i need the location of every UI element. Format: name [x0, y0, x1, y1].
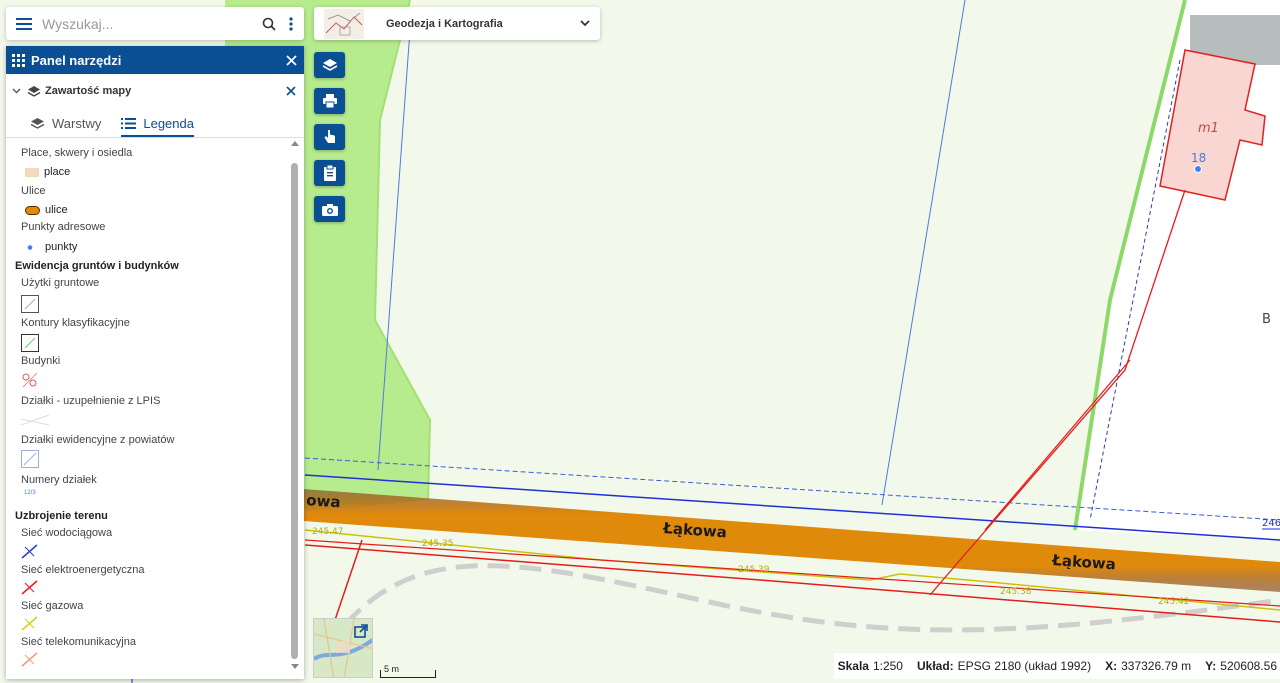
- legend-group: Kontury klasyfikacyjne: [21, 317, 130, 329]
- power-network-icon: [21, 580, 38, 595]
- search-icon[interactable]: [260, 7, 278, 40]
- chevron-down-icon[interactable]: [570, 20, 600, 27]
- theme-label: Geodezja i Kartografia: [386, 17, 503, 30]
- legend-group: Sieć elektroenergetyczna: [21, 564, 145, 576]
- legend-list: Place, skwery i osiedla place Ulice ulic…: [6, 139, 288, 677]
- y-value: 520608.56: [1220, 659, 1277, 673]
- parcel-symbol-icon: [21, 450, 39, 468]
- menu-icon[interactable]: [6, 7, 42, 40]
- section-header[interactable]: Zawartość mapy: [6, 74, 304, 108]
- legend-group: Ulice: [21, 185, 46, 197]
- print-button[interactable]: [314, 88, 345, 114]
- height-label: 245.42: [1158, 597, 1190, 607]
- camera-icon: [321, 203, 338, 216]
- close-section-icon[interactable]: [278, 86, 304, 96]
- list-icon: [121, 118, 137, 129]
- height-label: 245.38: [1000, 587, 1032, 597]
- parcel-number-sample: 12/3: [24, 490, 36, 496]
- panel-title: Panel narzędzi: [31, 52, 122, 68]
- clipboard-icon: [323, 165, 336, 181]
- building-symbol-icon: [22, 372, 38, 388]
- water-network-icon: [21, 544, 38, 559]
- edge-number: 246: [1262, 518, 1280, 529]
- layers-icon: [322, 59, 337, 71]
- scroll-down-icon[interactable]: [288, 661, 302, 671]
- overview-map[interactable]: [313, 618, 373, 678]
- map-toolbar: [314, 52, 345, 232]
- legend-group: Sieć telekomunikacyjna: [21, 636, 136, 648]
- place-symbol-icon: [25, 167, 39, 177]
- point-symbol-icon: [27, 244, 33, 250]
- legend-group: Numery działek: [21, 474, 97, 486]
- legend-group: Budynki: [21, 355, 61, 367]
- crs-value[interactable]: EPSG 2180 (układ 1992): [958, 659, 1091, 673]
- tools-panel: Panel narzędzi Zawartość mapy Warstwy Le…: [6, 46, 304, 679]
- tab-legenda[interactable]: Legenda: [121, 116, 194, 137]
- height-label: 245.47: [312, 527, 344, 537]
- identify-button[interactable]: [314, 124, 345, 150]
- panel-header: Panel narzędzi: [6, 46, 304, 74]
- tab-warstwy[interactable]: Warstwy: [30, 116, 101, 137]
- height-label: 245.35: [422, 539, 454, 549]
- layers-button[interactable]: [314, 52, 345, 78]
- land-use-symbol-icon: [21, 295, 39, 313]
- legend-group: Użytki gruntowe: [21, 277, 100, 289]
- scale-label: Skala: [837, 659, 869, 673]
- legend-group: Sieć wodociągowa: [21, 527, 113, 539]
- legend-group: Punkty adresowe: [21, 221, 106, 233]
- close-panel-icon[interactable]: [278, 54, 304, 66]
- legend-group-header: Ewidencja gruntów i budynków: [15, 260, 179, 272]
- more-options-icon[interactable]: [282, 7, 300, 40]
- theme-thumbnail-icon: [324, 8, 364, 39]
- section-title: Zawartość mapy: [45, 85, 132, 97]
- scale-bar: 5 m: [380, 660, 436, 678]
- theme-select[interactable]: Geodezja i Kartografia: [314, 7, 600, 40]
- legend-item-ulice: ulice: [25, 204, 68, 216]
- gas-network-icon: [21, 616, 38, 631]
- layers-icon: [27, 85, 41, 97]
- contour-symbol-icon: [21, 334, 39, 352]
- scrollbar-thumb[interactable]: [291, 163, 298, 659]
- panel-tabs: Warstwy Legenda: [6, 108, 304, 138]
- clipboard-button[interactable]: [314, 160, 345, 186]
- legend-group: Działki ewidencyjne z powiatów: [21, 434, 175, 446]
- legend-group: Działki - uzupełnienie z LPIS: [21, 395, 161, 407]
- search-input[interactable]: [42, 15, 260, 32]
- street-symbol-icon: [25, 205, 40, 215]
- legend-item-place: place: [25, 166, 70, 178]
- y-label: Y:: [1205, 659, 1217, 673]
- legend-scrollbar[interactable]: [288, 139, 302, 671]
- building-label: m1: [1198, 121, 1219, 136]
- pointer-hand-icon: [324, 130, 335, 143]
- open-external-icon[interactable]: [354, 624, 368, 638]
- x-value: 337326.79 m: [1121, 659, 1192, 673]
- street-label-left: owa: [306, 491, 341, 511]
- legend-group: Place, skwery i osiedla: [21, 147, 133, 159]
- tab-label: Warstwy: [52, 116, 102, 131]
- apps-grid-icon: [12, 53, 25, 67]
- legend-item-punkty: punkty: [25, 241, 77, 253]
- legend-group: Sieć gazowa: [21, 600, 84, 612]
- layers-icon: [30, 118, 45, 129]
- status-bar: Skala 1:250 Układ: EPSG 2180 (układ 1992…: [833, 653, 1280, 679]
- x-label: X:: [1105, 659, 1118, 673]
- address-number: 18: [1191, 151, 1206, 165]
- scroll-up-icon[interactable]: [288, 139, 302, 149]
- chevron-down-icon[interactable]: [12, 88, 21, 94]
- lpis-symbol-icon: [21, 414, 50, 426]
- print-icon: [322, 94, 337, 108]
- search-box: [6, 7, 304, 40]
- height-label: 245.39: [738, 565, 770, 575]
- parcel-letter: B: [1262, 312, 1271, 327]
- screenshot-button[interactable]: [314, 196, 345, 222]
- crs-label: Układ:: [916, 659, 954, 673]
- telecom-network-icon: [21, 652, 38, 667]
- tab-label: Legenda: [143, 116, 194, 131]
- scale-value: 1:250: [872, 659, 903, 673]
- legend-group-header: Uzbrojenie terenu: [15, 510, 108, 522]
